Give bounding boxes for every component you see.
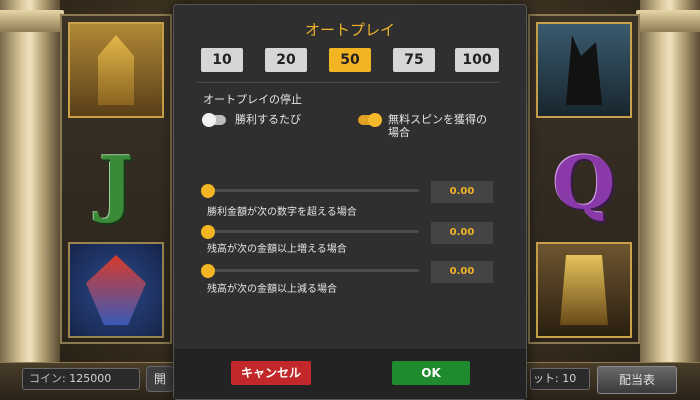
- modal-title: オートプレイ: [304, 21, 395, 39]
- stop-section-title: オートプレイの停止: [203, 93, 302, 106]
- bet-display: ット: 10: [530, 368, 590, 390]
- balance-increase-slider-handle[interactable]: [201, 225, 215, 239]
- balance-increase-slider-track[interactable]: [207, 230, 419, 233]
- pharaoh-symbol: [536, 242, 632, 338]
- win-stop-label: 勝利するたび: [235, 113, 301, 126]
- modal-footer: [174, 349, 526, 399]
- balance-increase-label: 残高が次の金額以上増える場合: [207, 244, 347, 255]
- win-stop-toggle[interactable]: [202, 113, 226, 127]
- paytable-button[interactable]: 配当表: [597, 366, 677, 394]
- cancel-button[interactable]: キャンセル: [231, 361, 311, 385]
- anubis-symbol: [536, 22, 632, 118]
- side-button[interactable]: 開: [146, 366, 174, 392]
- spin-option-100[interactable]: 100: [455, 48, 499, 72]
- toggle-knob: [368, 113, 382, 127]
- j-symbol: J: [98, 139, 134, 225]
- toggle-knob: [202, 113, 216, 127]
- balance-increase-value: 0.00: [431, 222, 493, 244]
- win-amount-value: 0.00: [431, 181, 493, 203]
- right-pillar: [636, 0, 700, 370]
- balance-decrease-slider-handle[interactable]: [201, 264, 215, 278]
- balance-decrease-value: 0.00: [431, 261, 493, 283]
- ok-button[interactable]: OK: [392, 361, 470, 385]
- spin-option-20[interactable]: 20: [265, 48, 307, 72]
- balance-decrease-label: 残高が次の金額以上減る場合: [207, 284, 337, 295]
- right-reel: Q: [528, 14, 640, 344]
- left-pillar: [0, 0, 64, 370]
- q-symbol: Q: [552, 139, 616, 225]
- spin-option-10[interactable]: 10: [201, 48, 243, 72]
- spin-option-50[interactable]: 50: [329, 48, 371, 72]
- left-reel: J: [60, 14, 172, 344]
- free-spin-stop-label: 無料スピンを獲得の 場合: [388, 113, 487, 139]
- spin-option-75[interactable]: 75: [393, 48, 435, 72]
- bird-symbol: [68, 242, 164, 338]
- autoplay-modal: オートプレイ 10 20 50 75 100 オートプレイの停止 勝利するたび …: [173, 4, 527, 400]
- free-spin-stop-toggle[interactable]: [358, 113, 382, 127]
- win-amount-slider-track[interactable]: [207, 189, 419, 192]
- win-amount-slider-handle[interactable]: [201, 184, 215, 198]
- balance-decrease-slider-track[interactable]: [207, 269, 419, 272]
- win-amount-label: 勝利金額が次の数字を超える場合: [207, 207, 357, 218]
- divider: [197, 82, 499, 83]
- coin-display: コイン: 125000: [22, 368, 140, 390]
- spin-count-options: 10 20 50 75 100: [201, 48, 499, 72]
- sphinx-symbol: [68, 22, 164, 118]
